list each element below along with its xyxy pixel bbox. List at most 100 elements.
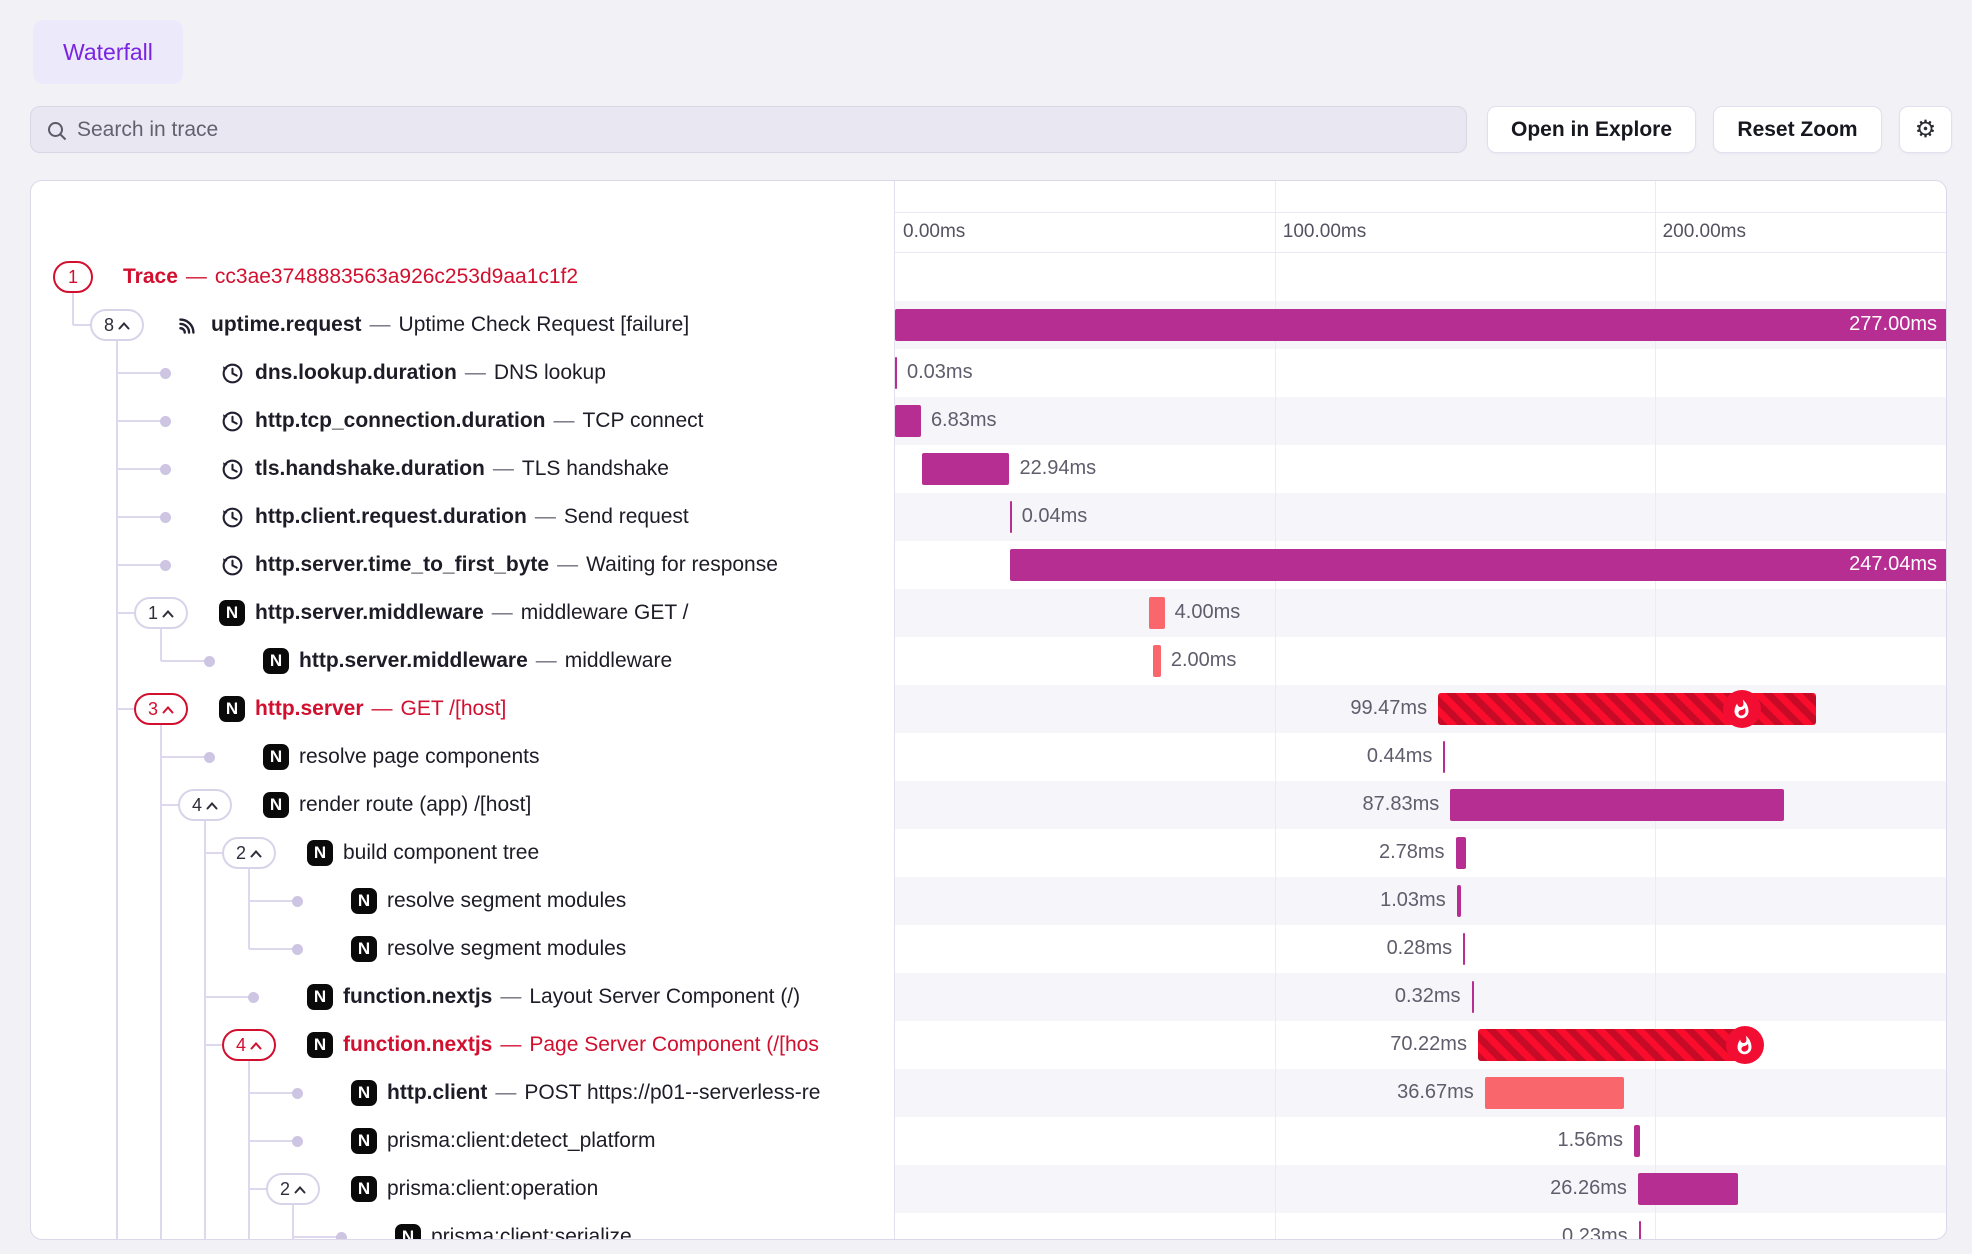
expander-pill[interactable]: 1	[134, 597, 188, 629]
span-timeline-row[interactable]: 0.28ms	[895, 925, 1946, 973]
timeline-minimap-strip[interactable]	[895, 181, 1946, 213]
span-duration-bar[interactable]	[895, 357, 897, 389]
span-timeline-row[interactable]: 36.67ms	[895, 1069, 1946, 1117]
span-timeline-row[interactable]: 1.03ms	[895, 877, 1946, 925]
span-tree-row[interactable]: 2Nbuild component tree	[31, 829, 894, 877]
expander-pill[interactable]: 2	[266, 1173, 320, 1205]
span-timeline-row[interactable]: 0.32ms	[895, 973, 1946, 1021]
error-fire-icon[interactable]	[1723, 690, 1761, 728]
clock-icon	[219, 552, 245, 578]
reset-zoom-button[interactable]: Reset Zoom	[1713, 106, 1882, 153]
span-tree-row[interactable]: Nresolve page components	[31, 733, 894, 781]
span-timeline-row[interactable]: 0.03ms	[895, 349, 1946, 397]
span-label: resolve segment modules	[387, 877, 626, 925]
span-tree-row[interactable]: http.client.request.duration—Send reques…	[31, 493, 894, 541]
expander-pill[interactable]: 4	[178, 789, 232, 821]
search-input[interactable]	[77, 118, 1327, 142]
tab-waterfall-label: Waterfall	[63, 39, 153, 66]
span-duration-bar[interactable]	[1010, 501, 1012, 533]
span-tree-row[interactable]: Nresolve segment modules	[31, 925, 894, 973]
span-duration-bar[interactable]	[1639, 1221, 1641, 1239]
span-timeline-row[interactable]: 1.56ms	[895, 1117, 1946, 1165]
nextjs-icon: N	[351, 888, 377, 914]
span-duration-bar[interactable]	[1456, 837, 1467, 869]
span-timeline-row[interactable]: 4.00ms	[895, 589, 1946, 637]
span-description: cc3ae3748883563a926c253d9aa1c1f2	[215, 265, 578, 289]
span-description: Layout Server Component (/)	[529, 985, 800, 1009]
span-timeline-row[interactable]: 0.23ms	[895, 1213, 1946, 1239]
span-timeline-row[interactable]: 0.04ms	[895, 493, 1946, 541]
span-timeline-row[interactable]: 2.00ms	[895, 637, 1946, 685]
tab-waterfall[interactable]: Waterfall	[33, 20, 183, 84]
span-duration-bar[interactable]	[1463, 933, 1465, 965]
span-duration-bar[interactable]	[1472, 981, 1474, 1013]
span-timeline-row[interactable]: 0.44ms	[895, 733, 1946, 781]
expander-pill[interactable]: 3	[134, 693, 188, 725]
span-label: render route (app) /[host]	[299, 781, 531, 829]
duration-label: 70.22ms	[1390, 1033, 1467, 1056]
error-fire-icon[interactable]	[1726, 1026, 1764, 1064]
span-timeline-row[interactable]: 26.26ms	[895, 1165, 1946, 1213]
span-tree-row[interactable]: Nhttp.client—POST https://p01--serverles…	[31, 1069, 894, 1117]
span-tree-row[interactable]: 4Nfunction.nextjs—Page Server Component …	[31, 1021, 894, 1069]
span-tree-row[interactable]: Nprisma:client:detect_platform	[31, 1117, 894, 1165]
span-op: Trace	[123, 265, 178, 289]
span-tree-row[interactable]: Nfunction.nextjs—Layout Server Component…	[31, 973, 894, 1021]
span-duration-bar[interactable]: 277.00ms	[895, 309, 1946, 341]
span-tree-row[interactable]: http.server.time_to_first_byte—Waiting f…	[31, 541, 894, 589]
settings-button[interactable]: ⚙	[1899, 106, 1952, 153]
span-tree-row[interactable]: Nhttp.server.middleware—middleware	[31, 637, 894, 685]
span-tree-row[interactable]: 1Nhttp.server.middleware—middleware GET …	[31, 589, 894, 637]
span-timeline-row[interactable]: 70.22ms	[895, 1021, 1946, 1069]
nextjs-icon: N	[351, 1080, 377, 1106]
span-duration-bar[interactable]	[1457, 885, 1461, 917]
span-duration-bar[interactable]	[1450, 789, 1784, 821]
span-tree-row[interactable]: tls.handshake.duration—TLS handshake	[31, 445, 894, 493]
span-tree-row[interactable]: 3Nhttp.server—GET /[host]	[31, 685, 894, 733]
span-duration-bar[interactable]	[1443, 741, 1445, 773]
span-timeline-row[interactable]: 6.83ms	[895, 397, 1946, 445]
span-duration-bar[interactable]	[1478, 1029, 1745, 1061]
span-timeline-row[interactable]: 277.00ms	[895, 301, 1946, 349]
expander-pill[interactable]: 2	[222, 837, 276, 869]
span-tree-row[interactable]: 8uptime.request—Uptime Check Request [fa…	[31, 301, 894, 349]
expander-pill[interactable]: 8	[90, 309, 144, 341]
expander-pill[interactable]: 4	[222, 1029, 276, 1061]
span-timeline-row[interactable]: 22.94ms	[895, 445, 1946, 493]
expander-pill[interactable]: 1	[53, 261, 93, 293]
span-tree-row[interactable]: http.tcp_connection.duration—TCP connect	[31, 397, 894, 445]
nextjs-icon: N	[263, 792, 289, 818]
span-tree-row[interactable]: 1Trace—cc3ae3748883563a926c253d9aa1c1f2	[31, 253, 894, 301]
span-tree-row[interactable]: 4 Nrender route (app) /[host]	[31, 781, 894, 829]
span-description: middleware GET /	[521, 601, 689, 625]
span-timeline-row[interactable]: 247.04ms	[895, 541, 1946, 589]
open-in-explore-button[interactable]: Open in Explore	[1487, 106, 1696, 153]
span-duration-bar[interactable]: 247.04ms	[1010, 549, 1946, 581]
span-description: POST https://p01--serverless-re	[524, 1081, 820, 1105]
span-label: dns.lookup.duration—DNS lookup	[255, 349, 606, 397]
duration-label: 22.94ms	[1019, 457, 1096, 480]
span-duration-bar[interactable]	[1485, 1077, 1624, 1109]
span-duration-bar[interactable]	[1153, 645, 1161, 677]
span-tree-row[interactable]: 2Nprisma:client:operation	[31, 1165, 894, 1213]
span-duration-bar[interactable]	[1638, 1173, 1738, 1205]
span-op: function.nextjs	[343, 1033, 492, 1057]
span-duration-bar[interactable]	[1634, 1125, 1640, 1157]
span-duration-bar[interactable]	[1149, 597, 1164, 629]
span-tree-row[interactable]: dns.lookup.duration—DNS lookup	[31, 349, 894, 397]
span-timeline-row[interactable]: 87.83ms	[895, 781, 1946, 829]
span-timeline-row[interactable]: 99.47ms	[895, 685, 1946, 733]
span-label: http.server.middleware—middleware	[299, 637, 672, 685]
span-timeline-row[interactable]	[895, 253, 1946, 301]
tree-connector	[161, 660, 209, 662]
span-description: DNS lookup	[494, 361, 606, 385]
span-duration-bar[interactable]	[922, 453, 1009, 485]
span-tree-row[interactable]: Nresolve segment modules	[31, 877, 894, 925]
trace-search[interactable]	[30, 106, 1467, 153]
tree-connector	[117, 372, 165, 374]
span-duration-bar[interactable]	[895, 405, 921, 437]
child-count: 8	[104, 315, 114, 336]
span-timeline-row[interactable]: 2.78ms	[895, 829, 1946, 877]
span-tree-row[interactable]: Nprisma:client:serialize	[31, 1213, 894, 1239]
tree-connector	[293, 1236, 341, 1238]
